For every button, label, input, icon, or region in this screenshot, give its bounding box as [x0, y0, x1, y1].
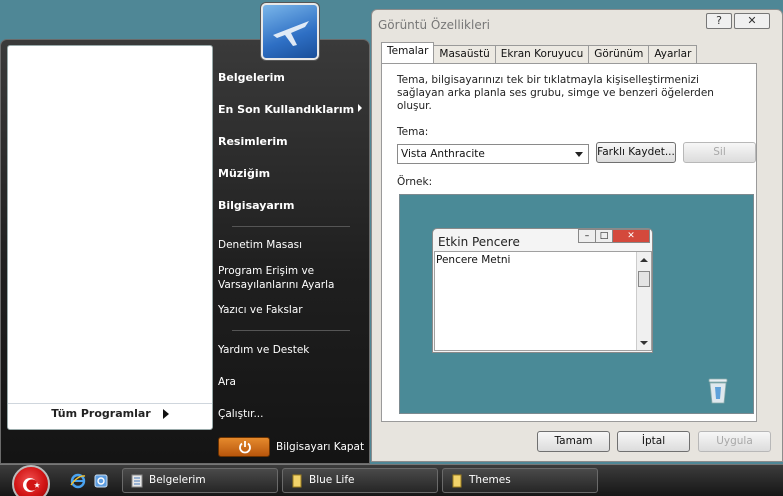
theme-select-value: Vista Anthracite: [401, 148, 485, 160]
preview-window-text: Pencere Metni: [436, 254, 511, 266]
all-programs-label: Tüm Programlar: [51, 407, 151, 420]
close-button[interactable]: ✕: [734, 13, 770, 29]
tab-desktop[interactable]: Masaüstü: [433, 45, 496, 63]
close-icon: ✕: [612, 229, 650, 243]
taskbar-button-label: Blue Life: [309, 474, 355, 486]
apply-button[interactable]: Uygula: [698, 431, 771, 452]
tab-appearance[interactable]: Görünüm: [588, 45, 650, 63]
scroll-thumb: [638, 271, 650, 287]
taskbar-button-label: Themes: [469, 474, 511, 486]
folder-icon: [292, 474, 302, 488]
shutdown-label[interactable]: Bilgisayarı Kapat: [276, 441, 364, 453]
taskbar-button-documents[interactable]: Belgelerim: [122, 468, 278, 493]
preview-window-title: Etkin Pencere: [438, 235, 520, 249]
delete-button[interactable]: Sil: [683, 142, 756, 163]
cancel-button[interactable]: İptal: [617, 431, 690, 452]
maximize-icon: □: [595, 229, 613, 243]
preview-window: Etkin Pencere – □ ✕ Pencere Metni: [432, 228, 653, 353]
menu-item-default-programs-1[interactable]: Program Erişim ve: [218, 264, 314, 278]
menu-item-search[interactable]: Ara: [218, 375, 236, 389]
arrow-right-icon: [162, 408, 169, 419]
theme-preview: Etkin Pencere – □ ✕ Pencere Metni: [399, 194, 754, 414]
tab-themes[interactable]: Temalar: [381, 42, 435, 63]
help-button[interactable]: ?: [706, 13, 732, 29]
airplane-icon: [273, 21, 309, 46]
show-desktop-icon[interactable]: [93, 473, 109, 489]
menu-item-computer[interactable]: Bilgisayarım: [218, 199, 294, 212]
start-button[interactable]: [12, 465, 50, 496]
menu-item-music[interactable]: Müziğim: [218, 167, 270, 180]
preview-window-body: Pencere Metni: [434, 251, 652, 351]
dialog-title: Görüntü Özellikleri: [378, 18, 490, 32]
menu-item-printers[interactable]: Yazıcı ve Fakslar: [218, 303, 303, 317]
taskbar-button-blue-life[interactable]: Blue Life: [282, 468, 438, 493]
all-programs-button[interactable]: Tüm Programlar: [8, 403, 212, 423]
user-picture[interactable]: [261, 3, 319, 60]
themes-panel: Tema, bilgisayarınızı tek bir tıklatmayl…: [381, 63, 757, 422]
power-button[interactable]: [218, 437, 270, 457]
preview-scrollbar: [636, 252, 651, 350]
theme-select[interactable]: Vista Anthracite: [397, 144, 589, 164]
menu-item-recent[interactable]: En Son Kullandıklarım: [218, 103, 354, 116]
menu-item-help[interactable]: Yardım ve Destek: [218, 343, 309, 357]
internet-explorer-icon[interactable]: [70, 473, 86, 489]
taskbar-button-themes[interactable]: Themes: [442, 468, 598, 493]
theme-label: Tema:: [397, 126, 429, 138]
preview-caption-buttons: – □ ✕: [578, 229, 650, 243]
tab-screensaver[interactable]: Ekran Koruyucu: [494, 45, 590, 63]
tab-strip: Temalar Masaüstü Ekran Koruyucu Görünüm …: [381, 42, 698, 63]
scroll-down-icon: [640, 341, 648, 345]
menu-item-pictures[interactable]: Resimlerim: [218, 135, 288, 148]
save-as-button[interactable]: Farklı Kaydet...: [596, 142, 676, 163]
power-icon: [239, 441, 251, 454]
menu-item-documents[interactable]: Belgelerim: [218, 71, 285, 84]
menu-item-run[interactable]: Çalıştır...: [218, 407, 263, 421]
theme-description: Tema, bilgisayarınızı tek bir tıklatmayl…: [397, 74, 714, 112]
submenu-arrow-icon: [358, 104, 362, 112]
menu-item-default-programs-2[interactable]: Varsayılanlarını Ayarla: [218, 278, 334, 292]
minimize-icon: –: [578, 229, 596, 243]
folder-icon: [452, 474, 462, 488]
chevron-down-icon: [575, 152, 583, 157]
ok-button[interactable]: Tamam: [537, 431, 610, 452]
menu-item-control-panel[interactable]: Denetim Masası: [218, 238, 302, 252]
document-icon: [131, 474, 143, 488]
menu-separator: [232, 330, 350, 331]
taskbar-button-label: Belgelerim: [149, 474, 206, 486]
sample-label: Örnek:: [397, 176, 433, 188]
scroll-up-icon: [640, 258, 648, 262]
recycle-bin-icon: [708, 378, 728, 404]
menu-separator: [232, 226, 350, 227]
tab-settings[interactable]: Ayarlar: [648, 45, 698, 63]
pinned-programs-pane: Tüm Programlar: [7, 45, 213, 430]
display-properties-dialog: Görüntü Özellikleri ? ✕ Temalar Masaüstü…: [371, 9, 783, 462]
turkish-flag-icon: [23, 478, 40, 492]
